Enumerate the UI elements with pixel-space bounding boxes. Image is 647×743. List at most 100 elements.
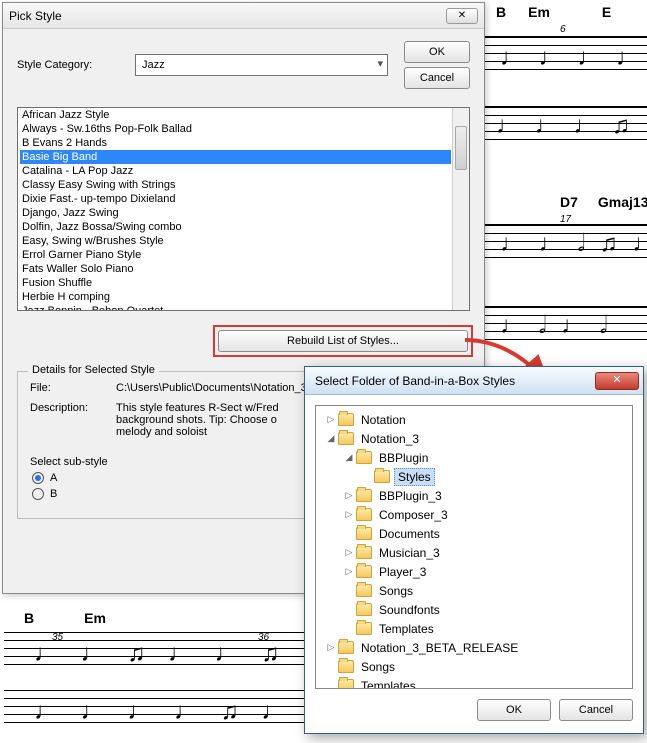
folder-icon xyxy=(356,451,372,464)
list-item[interactable]: Classy Easy Swing with Strings xyxy=(20,178,451,192)
list-item[interactable]: Django, Jazz Swing xyxy=(20,206,451,220)
measure-number: 6 xyxy=(560,24,566,35)
tree-node[interactable]: Styles xyxy=(316,467,632,486)
style-category-value: Jazz xyxy=(142,59,165,71)
tree-node[interactable]: ▷ BBPlugin_3 xyxy=(316,486,632,505)
folder-cancel-button[interactable]: Cancel xyxy=(559,699,633,721)
tree-node[interactable]: Songs xyxy=(316,581,632,600)
folder-icon xyxy=(338,432,354,445)
music-notes: ♩ ♩ ♫ ♩ ♩ ♫ xyxy=(34,640,287,668)
folder-icon xyxy=(356,546,372,559)
list-item[interactable]: Jazz Boppin - Bebop Quartet xyxy=(20,304,451,311)
tree-label: Notation_3 xyxy=(358,431,422,447)
tree-label: Notation_3_BETA_RELEASE xyxy=(358,640,521,656)
description-label: Description: xyxy=(30,402,106,438)
details-legend: Details for Selected Style xyxy=(28,364,159,376)
folder-icon xyxy=(356,565,372,578)
close-icon[interactable]: ✕ xyxy=(446,8,478,24)
select-folder-titlebar[interactable]: Select Folder of Band-in-a-Box Styles ✕ xyxy=(305,367,643,395)
tree-node[interactable]: Templates xyxy=(316,619,632,638)
radio-icon xyxy=(32,488,44,500)
close-icon[interactable]: ✕ xyxy=(595,372,639,390)
list-item[interactable]: Catalina - LA Pop Jazz xyxy=(20,164,451,178)
list-item[interactable]: B Evans 2 Hands xyxy=(20,136,451,150)
folder-tree[interactable]: ▷Notation◢Notation_3◢BBPlugin Styles▷BBP… xyxy=(315,405,633,689)
scroll-thumb[interactable] xyxy=(455,126,467,170)
folder-icon xyxy=(338,679,354,689)
list-item[interactable]: African Jazz Style xyxy=(20,108,451,122)
tree-node[interactable]: Songs xyxy=(316,657,632,676)
tree-label: Soundfonts xyxy=(376,602,443,618)
measure-number: 17 xyxy=(560,214,571,225)
list-item[interactable]: Herbie H comping xyxy=(20,290,451,304)
substyle-a-label: A xyxy=(50,472,57,484)
rebuild-list-button[interactable]: Rebuild List of Styles... xyxy=(218,330,468,352)
tree-label: Musician_3 xyxy=(376,545,443,561)
tree-label: Documents xyxy=(376,526,443,542)
folder-ok-button[interactable]: OK xyxy=(477,699,551,721)
chord: B xyxy=(496,4,506,20)
tree-node[interactable]: ◢ Notation_3 xyxy=(316,429,632,448)
tree-label: Player_3 xyxy=(376,564,429,580)
chord: E xyxy=(602,4,611,20)
style-category-combo[interactable]: Jazz xyxy=(135,54,388,76)
rebuild-highlight: Rebuild List of Styles... xyxy=(213,325,473,357)
select-folder-dialog: Select Folder of Band-in-a-Box Styles ✕ … xyxy=(304,366,644,734)
music-notes: ♩ ♩ ♩ ♩ ♫ ♩ xyxy=(34,698,293,726)
expander-icon[interactable]: ▷ xyxy=(342,509,356,520)
folder-icon xyxy=(338,413,354,426)
tree-node[interactable]: ▷ Musician_3 xyxy=(316,543,632,562)
style-category-label: Style Category: xyxy=(17,59,127,71)
chord: B xyxy=(24,610,34,626)
expander-icon[interactable]: ▷ xyxy=(342,566,356,577)
tree-label: BBPlugin xyxy=(376,450,431,466)
tree-node[interactable]: Documents xyxy=(316,524,632,543)
expander-icon[interactable]: ▷ xyxy=(342,490,356,501)
list-item[interactable]: Easy, Swing w/Brushes Style xyxy=(20,234,451,248)
chord: Em xyxy=(84,610,106,626)
list-item[interactable]: Basie Big Band xyxy=(20,150,451,164)
tree-label: Composer_3 xyxy=(376,507,451,523)
folder-icon xyxy=(374,470,390,483)
folder-icon xyxy=(356,603,372,616)
tree-node[interactable]: ▷ Composer_3 xyxy=(316,505,632,524)
list-item[interactable]: Always - Sw.16ths Pop-Folk Ballad xyxy=(20,122,451,136)
folder-icon xyxy=(356,527,372,540)
tree-label: Templates xyxy=(358,678,419,690)
tree-label: Notation xyxy=(358,412,409,428)
tree-node[interactable]: Templates xyxy=(316,676,632,689)
expander-icon[interactable]: ◢ xyxy=(324,433,338,444)
chord: D7 xyxy=(560,194,578,210)
expander-icon[interactable]: ◢ xyxy=(342,452,356,463)
folder-icon xyxy=(356,508,372,521)
tree-node[interactable]: ▷ Notation xyxy=(316,410,632,429)
expander-icon[interactable]: ▷ xyxy=(324,642,338,653)
tree-label: Songs xyxy=(358,659,398,675)
tree-node[interactable]: Soundfonts xyxy=(316,600,632,619)
radio-icon xyxy=(32,472,44,484)
tree-label: Songs xyxy=(376,583,416,599)
tree-node[interactable]: ▷ Player_3 xyxy=(316,562,632,581)
music-notes: ♩ ♩ 𝅗𝅥 ♫ ♩ ♩ 𝅗𝅥 xyxy=(500,230,647,258)
tree-label: Templates xyxy=(376,621,437,637)
cancel-button[interactable]: Cancel xyxy=(404,67,470,89)
expander-icon[interactable]: ▷ xyxy=(342,547,356,558)
dialog-title: Pick Style xyxy=(9,9,446,23)
tree-node[interactable]: ▷ Notation_3_BETA_RELEASE xyxy=(316,638,632,657)
folder-dialog-title: Select Folder of Band-in-a-Box Styles xyxy=(315,374,595,388)
chord: Em xyxy=(528,4,550,20)
tree-label: BBPlugin_3 xyxy=(376,488,445,504)
ok-button[interactable]: OK xyxy=(404,41,470,63)
list-item[interactable]: Dixie Fast.- up-tempo Dixieland xyxy=(20,192,451,206)
list-item[interactable]: Errol Garner Piano Style xyxy=(20,248,451,262)
styles-listbox[interactable]: African Jazz StyleAlways - Sw.16ths Pop-… xyxy=(17,107,470,311)
list-item[interactable]: Fats Waller Solo Piano xyxy=(20,262,451,276)
scrollbar[interactable]: ▲ ▼ xyxy=(452,108,469,310)
expander-icon[interactable]: ▷ xyxy=(324,414,338,425)
list-item[interactable]: Fusion Shuffle xyxy=(20,276,451,290)
chord: Gmaj13 xyxy=(598,194,647,210)
pick-style-titlebar[interactable]: Pick Style ✕ xyxy=(3,3,484,29)
list-item[interactable]: Dolfin, Jazz Bossa/Swing combo xyxy=(20,220,451,234)
folder-icon xyxy=(338,641,354,654)
tree-node[interactable]: ◢ BBPlugin xyxy=(316,448,632,467)
